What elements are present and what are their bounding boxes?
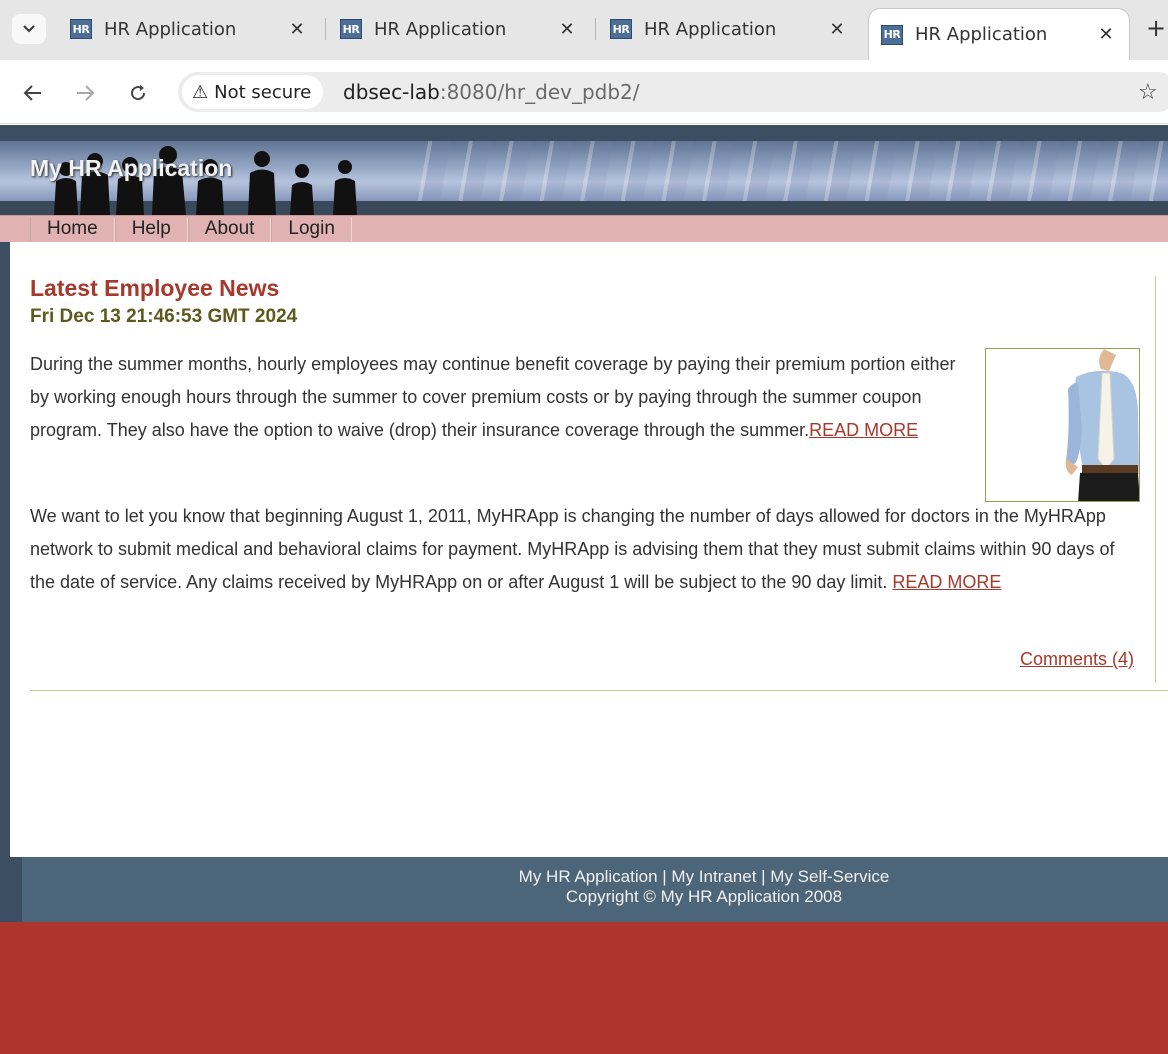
close-icon[interactable]: ✕ xyxy=(284,16,310,42)
chevron-down-icon xyxy=(23,25,35,33)
hr-favicon-icon: HR xyxy=(70,19,92,39)
page-top-strip xyxy=(0,125,1168,141)
site-footer: My HR Application | My Intranet | My Sel… xyxy=(0,867,1168,917)
comments-link[interactable]: Comments (4) xyxy=(1020,649,1134,670)
close-icon[interactable]: ✕ xyxy=(824,16,850,42)
security-label: Not secure xyxy=(214,81,312,103)
news-date: Fri Dec 13 21:46:53 GMT 2024 xyxy=(30,306,298,327)
tab-title: HR Application xyxy=(915,24,1048,45)
site-title: My HR Application xyxy=(30,155,233,181)
tab-divider xyxy=(325,18,326,40)
content-divider-horizontal xyxy=(30,690,1168,691)
reload-icon[interactable] xyxy=(123,78,153,108)
nav-home-link[interactable]: Home xyxy=(30,217,115,241)
forward-arrow-icon[interactable] xyxy=(70,78,100,108)
news-heading: Latest Employee News xyxy=(30,275,280,301)
tab-title: HR Application xyxy=(374,18,507,40)
nav-about-link[interactable]: About xyxy=(187,217,272,241)
tab-title: HR Application xyxy=(644,18,777,40)
hr-favicon-icon: HR xyxy=(881,24,903,45)
url-path: :8080/hr_dev_pdb2/ xyxy=(439,80,640,104)
new-tab-plus-icon[interactable]: + xyxy=(1146,14,1166,42)
browser-tab-strip: HR HR Application ✕ HR HR Application ✕ … xyxy=(0,0,1168,60)
web-page: My HR Application Home Help About Login … xyxy=(0,125,1168,1054)
nav-help-link[interactable]: Help xyxy=(114,217,188,241)
news-paragraph: We want to let you know that beginning A… xyxy=(30,500,1130,599)
browser-tab[interactable]: HR HR Application ✕ xyxy=(598,10,860,48)
tab-title: HR Application xyxy=(104,18,237,40)
url-host: dbsec-lab xyxy=(343,80,440,104)
hr-favicon-icon: HR xyxy=(610,19,632,39)
back-arrow-icon[interactable] xyxy=(18,78,48,108)
content-divider-vertical xyxy=(1155,276,1156,683)
hr-favicon-icon: HR xyxy=(340,19,362,39)
site-nav-menu: Home Help About Login xyxy=(0,215,1168,242)
url-text[interactable]: dbsec-lab:8080/hr_dev_pdb2/ xyxy=(343,80,640,104)
security-chip[interactable]: ⚠ Not secure xyxy=(182,75,324,109)
read-more-link[interactable]: READ MORE xyxy=(809,420,918,440)
main-content: Latest Employee News Fri Dec 13 21:46:53… xyxy=(10,242,1168,857)
nav-login-link[interactable]: Login xyxy=(271,217,352,241)
tab-search-button[interactable] xyxy=(12,14,46,44)
site-banner: My HR Application xyxy=(0,141,1168,215)
bookmark-star-icon[interactable]: ☆ xyxy=(1138,80,1158,105)
close-icon[interactable]: ✕ xyxy=(1093,22,1119,48)
read-more-link[interactable]: READ MORE xyxy=(892,572,1001,592)
browser-tab-active[interactable]: HR HR Application ✕ xyxy=(868,8,1130,60)
man-in-shirt-tie-icon xyxy=(986,349,1139,501)
warning-triangle-icon: ⚠ xyxy=(192,81,209,103)
footer-links[interactable]: My HR Application | My Intranet | My Sel… xyxy=(240,867,1168,887)
employee-photo xyxy=(985,348,1140,502)
browser-tab[interactable]: HR HR Application ✕ xyxy=(328,10,590,48)
footer-copyright: Copyright © My HR Application 2008 xyxy=(565,887,843,906)
address-bar[interactable]: ⚠ Not secure dbsec-lab:8080/hr_dev_pdb2/ xyxy=(178,72,1168,112)
browser-toolbar: ⚠ Not secure dbsec-lab:8080/hr_dev_pdb2/ xyxy=(0,60,1168,124)
close-icon[interactable]: ✕ xyxy=(554,16,580,42)
browser-tab[interactable]: HR HR Application ✕ xyxy=(58,10,320,48)
news-paragraph: During the summer months, hourly employe… xyxy=(30,348,965,447)
tab-divider xyxy=(595,18,596,40)
